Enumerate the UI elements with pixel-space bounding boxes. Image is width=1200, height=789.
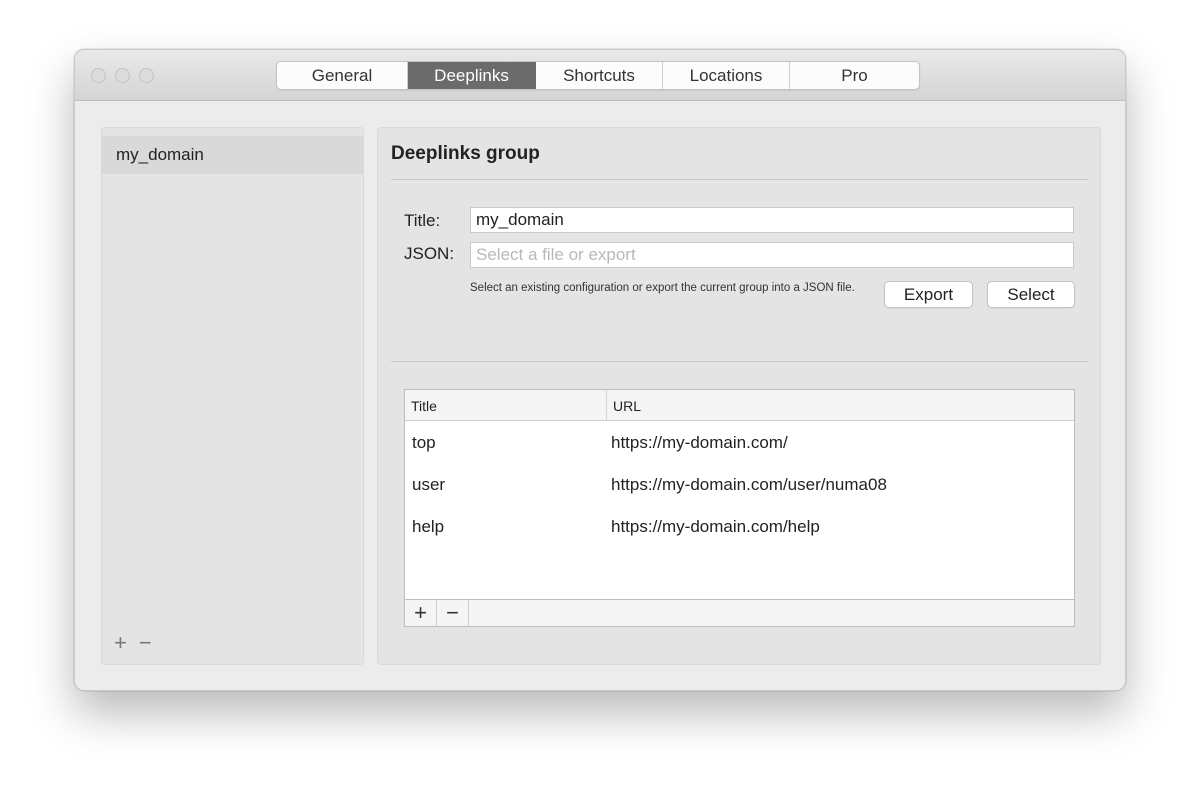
tab-general[interactable]: General [277, 62, 408, 89]
json-input[interactable] [470, 242, 1074, 268]
panel-title: Deeplinks group [391, 143, 540, 164]
window-controls [91, 68, 154, 83]
row-title: top [412, 433, 436, 452]
row-url: https://my-domain.com/help [611, 517, 820, 536]
zoom-window-button[interactable] [139, 68, 154, 83]
titlebar: General Deeplinks Shortcuts Locations Pr… [75, 50, 1125, 101]
sidebar-item-my-domain[interactable]: my_domain [102, 136, 363, 174]
row-url: https://my-domain.com/ [611, 433, 788, 452]
column-header-url[interactable]: URL [606, 390, 1073, 421]
tab-deeplinks[interactable]: Deeplinks [408, 62, 536, 89]
remove-group-button[interactable]: − [139, 632, 152, 654]
table-row[interactable]: help https://my-domain.com/help [405, 506, 1074, 548]
remove-link-button[interactable]: − [437, 600, 469, 626]
row-url: https://my-domain.com/user/numa08 [611, 475, 887, 494]
close-window-button[interactable] [91, 68, 106, 83]
json-label: JSON: [404, 244, 455, 263]
row-title: help [412, 517, 445, 536]
table-footer: + − [405, 599, 1074, 626]
row-title: user [412, 475, 446, 494]
tab-pro[interactable]: Pro [790, 62, 919, 89]
deeplinks-table: Title URL top https://my-domain.com/ use… [404, 389, 1075, 627]
sidebar-actions: + − [114, 632, 152, 654]
table-row[interactable]: top https://my-domain.com/ [405, 422, 1074, 464]
table-header: Title URL [405, 390, 1074, 421]
deeplinks-group-panel: Deeplinks group Title: JSON: Select an e… [377, 127, 1101, 665]
add-link-button[interactable]: + [405, 600, 437, 626]
minimize-window-button[interactable] [115, 68, 130, 83]
divider [391, 361, 1088, 362]
divider [391, 179, 1088, 180]
table-row[interactable]: user https://my-domain.com/user/numa08 [405, 464, 1074, 506]
tab-shortcuts[interactable]: Shortcuts [536, 62, 663, 89]
tab-locations[interactable]: Locations [663, 62, 790, 89]
select-button[interactable]: Select [987, 281, 1075, 308]
json-help-text: Select an existing configuration or expo… [470, 282, 855, 294]
preferences-tabs: General Deeplinks Shortcuts Locations Pr… [276, 61, 920, 90]
preferences-window: General Deeplinks Shortcuts Locations Pr… [74, 49, 1126, 691]
title-input[interactable] [470, 207, 1074, 233]
add-group-button[interactable]: + [114, 632, 127, 654]
column-header-title[interactable]: Title [405, 390, 606, 421]
export-button[interactable]: Export [884, 281, 973, 308]
groups-sidebar: my_domain + − [101, 127, 364, 665]
title-label: Title: [404, 211, 441, 230]
